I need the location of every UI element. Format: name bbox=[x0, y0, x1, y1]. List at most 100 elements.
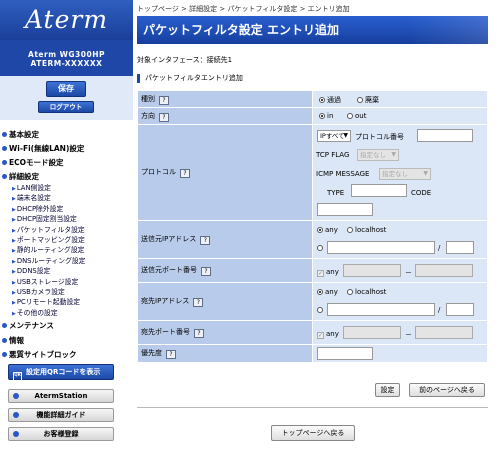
set-button[interactable]: 設定 bbox=[375, 383, 400, 397]
arrow-icon: ▶ bbox=[12, 300, 16, 307]
tcp-flag-select[interactable]: 指定なし ▼ bbox=[357, 149, 399, 161]
dst-ip-input[interactable] bbox=[327, 303, 435, 316]
dst-ip-slash: / bbox=[438, 306, 441, 314]
submenu-item-pc-remote-wake[interactable]: ▶PCリモート起動設定 bbox=[12, 296, 80, 306]
src-ip-any-radio[interactable] bbox=[317, 227, 323, 233]
row-type: 種別? 通過 廃棄 bbox=[137, 90, 488, 108]
priority-label: 優先度? bbox=[137, 344, 313, 363]
back-to-top-button[interactable]: トップページへ戻る bbox=[271, 425, 355, 441]
menu-basic[interactable]: 基本設定 bbox=[2, 129, 39, 140]
back-button[interactable]: 前のページへ戻る bbox=[409, 383, 485, 397]
dst-ip-label: 宛先IPアドレス? bbox=[137, 282, 313, 321]
row-priority: 優先度? bbox=[137, 344, 488, 363]
dst-ip-any-radio[interactable] bbox=[317, 289, 323, 295]
menu-wifi[interactable]: Wi-Fi(無線LAN)設定 bbox=[2, 143, 84, 154]
type-discard-radio[interactable] bbox=[357, 97, 363, 103]
submenu-item-packet-filter[interactable]: ▶パケットフィルタ設定 bbox=[12, 224, 85, 234]
icmp-type-input[interactable] bbox=[351, 184, 407, 197]
bullet-icon bbox=[2, 174, 7, 179]
submenu-item-usb-storage[interactable]: ▶USBストレージ設定 bbox=[12, 276, 78, 286]
src-port-value: ✓ any － bbox=[312, 258, 488, 283]
direction-in-radio[interactable] bbox=[319, 113, 325, 119]
direction-out-radio[interactable] bbox=[347, 113, 353, 119]
chevron-down-icon: ▼ bbox=[423, 170, 428, 177]
src-ip-input[interactable] bbox=[327, 241, 435, 254]
help-icon[interactable]: ? bbox=[159, 95, 169, 105]
dst-port-label: 宛先ポート番号? bbox=[137, 320, 313, 345]
row-src-ip: 送信元IPアドレス? any localhost / bbox=[137, 220, 488, 259]
target-interface: 対象インタフェース：接続先1 bbox=[137, 56, 233, 64]
save-button[interactable]: 保存 bbox=[46, 81, 86, 97]
menu-site-block[interactable]: 悪質サイトブロック bbox=[2, 349, 77, 360]
bullet-icon bbox=[2, 323, 7, 328]
type-pass-radio[interactable] bbox=[319, 97, 325, 103]
dst-port-start-input[interactable] bbox=[343, 326, 401, 339]
help-icon[interactable]: ? bbox=[180, 169, 190, 178]
arrow-icon: ▶ bbox=[12, 186, 16, 192]
bullet-icon bbox=[2, 132, 7, 137]
sidebar: Aterm Aterm WG300HP ATERM-XXXXXX 保存 ログアウ… bbox=[0, 0, 133, 457]
src-ip-mask-input[interactable] bbox=[446, 241, 474, 254]
submenu-item-usb-camera[interactable]: ▶USBカメラ設定 bbox=[12, 286, 65, 296]
dst-ip-value: any localhost / bbox=[312, 282, 488, 321]
submenu-item-other[interactable]: ▶その他の設定 bbox=[12, 307, 58, 317]
menu-eco[interactable]: ECOモード設定 bbox=[2, 157, 64, 168]
dst-ip-localhost-radio[interactable] bbox=[347, 289, 353, 295]
bullet-icon bbox=[2, 146, 7, 151]
row-direction: 方向? in out bbox=[137, 107, 488, 125]
submenu-item-dhcp-fixed[interactable]: ▶DHCP固定割当設定 bbox=[12, 213, 77, 223]
protocol-number-input[interactable] bbox=[417, 129, 473, 142]
dst-ip-mask-input[interactable] bbox=[446, 303, 474, 316]
menu-detail[interactable]: 詳細設定 bbox=[2, 171, 39, 182]
arrow-icon: ▶ bbox=[12, 206, 16, 213]
icmp-message-select[interactable]: 指定なし ▼ bbox=[379, 168, 431, 180]
row-src-port: 送信元ポート番号? ✓ any － bbox=[137, 258, 488, 283]
dst-port-any-checkbox[interactable]: ✓ bbox=[317, 332, 324, 339]
priority-input[interactable] bbox=[317, 347, 373, 360]
dst-port-value: ✓ any － bbox=[312, 320, 488, 345]
src-ip-localhost-radio[interactable] bbox=[347, 227, 353, 233]
protocol-select[interactable]: IPすべて ▼ bbox=[317, 130, 351, 142]
help-icon[interactable]: ? bbox=[201, 267, 211, 276]
arrow-icon: ▶ bbox=[12, 238, 16, 244]
help-icon[interactable]: ? bbox=[194, 329, 204, 338]
submenu-item-lan[interactable]: ▶LAN側設定 bbox=[12, 182, 51, 192]
bullet-icon bbox=[2, 338, 7, 343]
submenu-item-terminal-name[interactable]: ▶端末名設定 bbox=[12, 192, 51, 202]
bullet-icon bbox=[2, 160, 7, 165]
help-icon[interactable]: ? bbox=[159, 112, 169, 122]
help-icon[interactable]: ? bbox=[193, 298, 204, 307]
src-port-start-input[interactable] bbox=[343, 264, 401, 277]
aterm-station-button[interactable]: AtermStation bbox=[8, 389, 114, 403]
menu-info[interactable]: 情報 bbox=[2, 335, 24, 346]
src-ip-slash: / bbox=[438, 244, 441, 252]
submenu-item-dns-routing[interactable]: ▶DNSルーティング設定 bbox=[12, 255, 85, 265]
breadcrumb[interactable]: トップページ > 詳細設定 > パケットフィルタ設定 > エントリ追加 bbox=[137, 4, 350, 14]
src-port-any-checkbox[interactable]: ✓ bbox=[317, 270, 324, 277]
tcp-flag-label: TCP FLAG bbox=[316, 151, 350, 159]
help-icon[interactable]: ? bbox=[166, 350, 176, 359]
submenu-item-dhcp-exclude[interactable]: ▶DHCP除外設定 bbox=[12, 203, 63, 213]
src-port-label: 送信元ポート番号? bbox=[137, 258, 313, 283]
submenu-item-ddns[interactable]: ▶DDNS設定 bbox=[12, 265, 50, 275]
dst-ip-manual-radio[interactable] bbox=[317, 307, 323, 313]
row-dst-port: 宛先ポート番号? ✓ any － bbox=[137, 320, 488, 345]
logout-button[interactable]: ログアウト bbox=[38, 101, 94, 113]
src-port-end-input[interactable] bbox=[415, 264, 473, 277]
menu-maintenance[interactable]: メンテナンス bbox=[2, 320, 54, 331]
show-qr-button[interactable]: QR 設定用QRコードを表示 bbox=[8, 364, 114, 382]
icmp-code-input[interactable] bbox=[317, 203, 373, 216]
protocol-label: プロトコル? bbox=[137, 124, 313, 221]
arrow-icon: ▶ bbox=[12, 310, 16, 317]
submenu-item-static-routing[interactable]: ▶静的ルーティング設定 bbox=[12, 244, 84, 254]
manual-guide-button[interactable]: 機能詳細ガイド bbox=[8, 408, 114, 422]
dst-port-end-input[interactable] bbox=[415, 326, 473, 339]
arrow-icon: ▶ bbox=[12, 217, 16, 224]
direction-value: in out bbox=[312, 107, 488, 125]
arrow-icon: ▶ bbox=[12, 269, 16, 276]
src-ip-manual-radio[interactable] bbox=[317, 245, 323, 251]
arrow-icon: ▶ bbox=[12, 290, 16, 296]
help-icon[interactable]: ? bbox=[200, 236, 211, 245]
submenu-item-port-mapping[interactable]: ▶ポートマッピング設定 bbox=[12, 234, 85, 244]
customer-registration-button[interactable]: お客様登録 bbox=[8, 427, 114, 441]
